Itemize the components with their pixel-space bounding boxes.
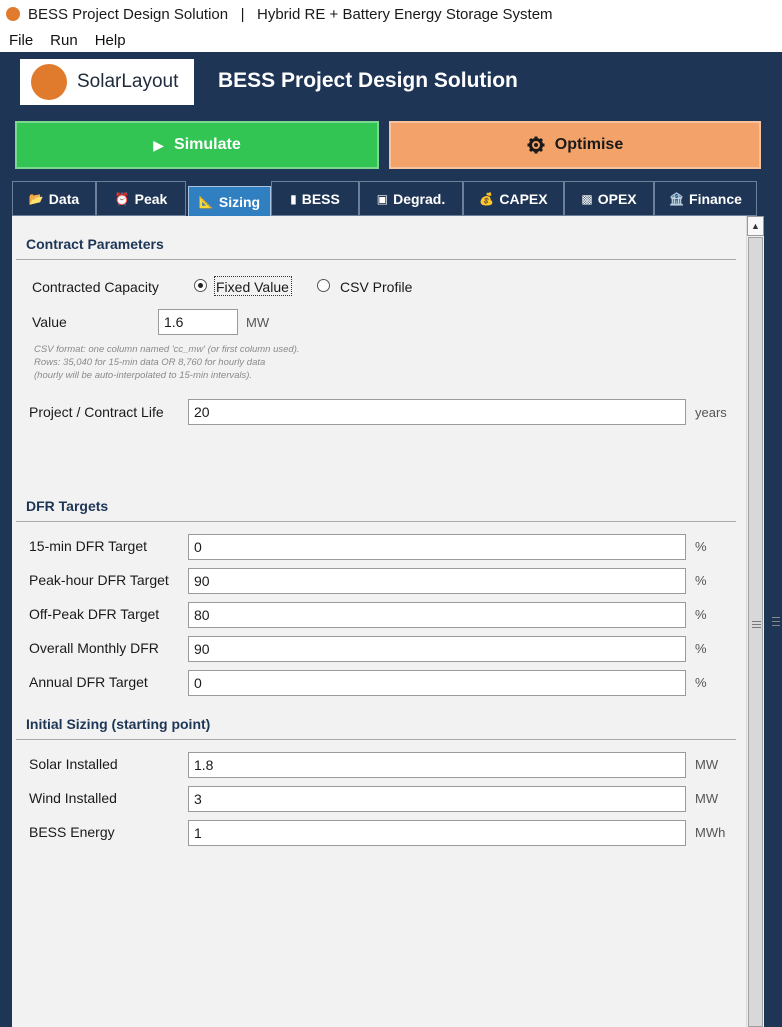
solar-installed-input[interactable]: 1.8 [188, 752, 686, 778]
logo-circle-icon [31, 64, 67, 100]
dfr-peak-input[interactable]: 90 [188, 568, 686, 594]
logo-text: SolarLayout [77, 71, 179, 92]
folder-icon: 📂 [28, 191, 44, 206]
vertical-scrollbar[interactable]: ▲ [746, 216, 764, 1027]
dfr-annual-unit: % [695, 675, 707, 690]
menubar: File Run Help [0, 28, 782, 52]
sizing-heading: Initial Sizing (starting point) [26, 716, 211, 732]
app-title: BESS Project Design Solution [218, 69, 518, 92]
dfr-15min-label: 15-min DFR Target [29, 538, 148, 554]
value-unit: MW [246, 315, 270, 330]
tab-sizing-label: Sizing [218, 194, 261, 210]
ruler-icon: 📐 [198, 195, 214, 209]
bess-energy-label: BESS Energy [29, 824, 115, 840]
hint-line: (hourly will be auto-interpolated to 15-… [34, 370, 253, 381]
dfr-monthly-input[interactable]: 90 [188, 636, 686, 662]
dfr-annual-label: Annual DFR Target [29, 674, 148, 690]
contract-life-unit: years [695, 405, 727, 420]
tab-finance[interactable]: 🏦 Finance [654, 181, 757, 216]
scroll-thumb[interactable] [748, 237, 763, 1027]
window-title: BESS Project Design Solution | Hybrid RE… [28, 5, 553, 23]
battery-icon: ▮ [290, 191, 297, 206]
dfr-offpeak-input[interactable]: 80 [188, 602, 686, 628]
sizing-panel: Contract Parameters Contracted Capacity … [12, 216, 764, 1027]
grip-line [752, 627, 761, 628]
scroll-up-arrow-icon[interactable]: ▲ [747, 216, 764, 236]
bess-energy-unit: MWh [695, 825, 726, 840]
radio-csv-profile[interactable] [317, 279, 330, 292]
hint-line: CSV format: one column named 'cc_mw' (or… [34, 344, 300, 355]
bess-energy-input[interactable]: 1 [188, 820, 686, 846]
optimise-button[interactable]: Optimise [389, 121, 761, 169]
tab-bess[interactable]: ▮ BESS [271, 181, 359, 216]
tab-capex[interactable]: 💰 CAPEX [463, 181, 564, 216]
optimise-label: Optimise [554, 136, 624, 153]
window-titlebar: BESS Project Design Solution | Hybrid RE… [0, 0, 782, 28]
csv-format-hint: CSV format: one column named 'cc_mw' (or… [34, 343, 300, 382]
tab-sizing[interactable]: 📐 Sizing [188, 186, 271, 218]
dfr-heading: DFR Targets [26, 498, 109, 514]
simulate-button[interactable]: ▶ Simulate [15, 121, 379, 169]
dfr-annual-input[interactable]: 0 [188, 670, 686, 696]
radio-csv-label[interactable]: CSV Profile [340, 279, 412, 295]
gear-icon [527, 136, 545, 154]
brand-header: SolarLayout BESS Project Design Solution [0, 52, 782, 112]
alarm-clock-icon: ⏰ [114, 191, 130, 206]
dfr-15min-unit: % [695, 539, 707, 554]
tab-bar: 📂 Data ⏰ Peak 📐 Sizing ▮ BESS ▣ Degrad. … [12, 180, 758, 218]
section-divider [16, 739, 736, 740]
play-icon: ▶ [153, 136, 165, 153]
tab-finance-label: Finance [689, 190, 742, 207]
tab-opex[interactable]: ▩ OPEX [564, 181, 654, 216]
money-bag-icon: 💰 [479, 191, 495, 206]
simulate-label: Simulate [174, 136, 241, 153]
tab-degrad-label: Degrad. [393, 190, 446, 207]
contract-heading: Contract Parameters [26, 236, 164, 252]
menu-run[interactable]: Run [50, 32, 78, 49]
tab-degrad[interactable]: ▣ Degrad. [359, 181, 463, 216]
value-input[interactable]: 1.6 [158, 309, 238, 335]
dfr-monthly-label: Overall Monthly DFR [29, 640, 159, 656]
app-window: SolarLayout BESS Project Design Solution… [0, 52, 782, 1027]
bank-icon: 🏦 [669, 191, 685, 206]
tab-capex-label: CAPEX [499, 190, 548, 207]
resize-grip-icon[interactable] [772, 617, 780, 635]
wind-installed-input[interactable]: 3 [188, 786, 686, 812]
wind-installed-label: Wind Installed [29, 790, 117, 806]
tab-bess-label: BESS [301, 190, 340, 207]
contract-life-input[interactable]: 20 [188, 399, 686, 425]
grip-line [752, 624, 761, 625]
tab-data[interactable]: 📂 Data [12, 181, 96, 216]
dfr-offpeak-unit: % [695, 607, 707, 622]
solar-installed-unit: MW [695, 757, 719, 772]
value-label: Value [32, 314, 67, 330]
chart-icon: ▣ [376, 191, 389, 206]
solar-installed-label: Solar Installed [29, 756, 118, 772]
wind-installed-unit: MW [695, 791, 719, 806]
section-divider [16, 521, 736, 522]
dfr-peak-label: Peak-hour DFR Target [29, 572, 169, 588]
contract-life-label: Project / Contract Life [29, 404, 164, 420]
tab-opex-label: OPEX [597, 190, 637, 207]
dfr-offpeak-label: Off-Peak DFR Target [29, 606, 160, 622]
hint-line: Rows: 35,040 for 15-min data OR 8,760 fo… [34, 357, 266, 368]
menu-help[interactable]: Help [95, 32, 126, 49]
box-icon: ▩ [581, 191, 593, 206]
tab-peak-label: Peak [134, 190, 168, 207]
radio-fixed-value[interactable] [194, 279, 207, 292]
grip-line [752, 621, 761, 622]
dfr-15min-input[interactable]: 0 [188, 534, 686, 560]
logo: SolarLayout [20, 59, 194, 105]
tab-peak[interactable]: ⏰ Peak [96, 181, 186, 216]
radio-fixed-label[interactable]: Fixed Value [216, 279, 289, 295]
section-divider [16, 259, 736, 260]
contracted-capacity-label: Contracted Capacity [32, 279, 159, 295]
app-icon [6, 7, 20, 21]
dfr-monthly-unit: % [695, 641, 707, 656]
menu-file[interactable]: File [9, 32, 33, 49]
dfr-peak-unit: % [695, 573, 707, 588]
tab-data-label: Data [48, 190, 80, 207]
